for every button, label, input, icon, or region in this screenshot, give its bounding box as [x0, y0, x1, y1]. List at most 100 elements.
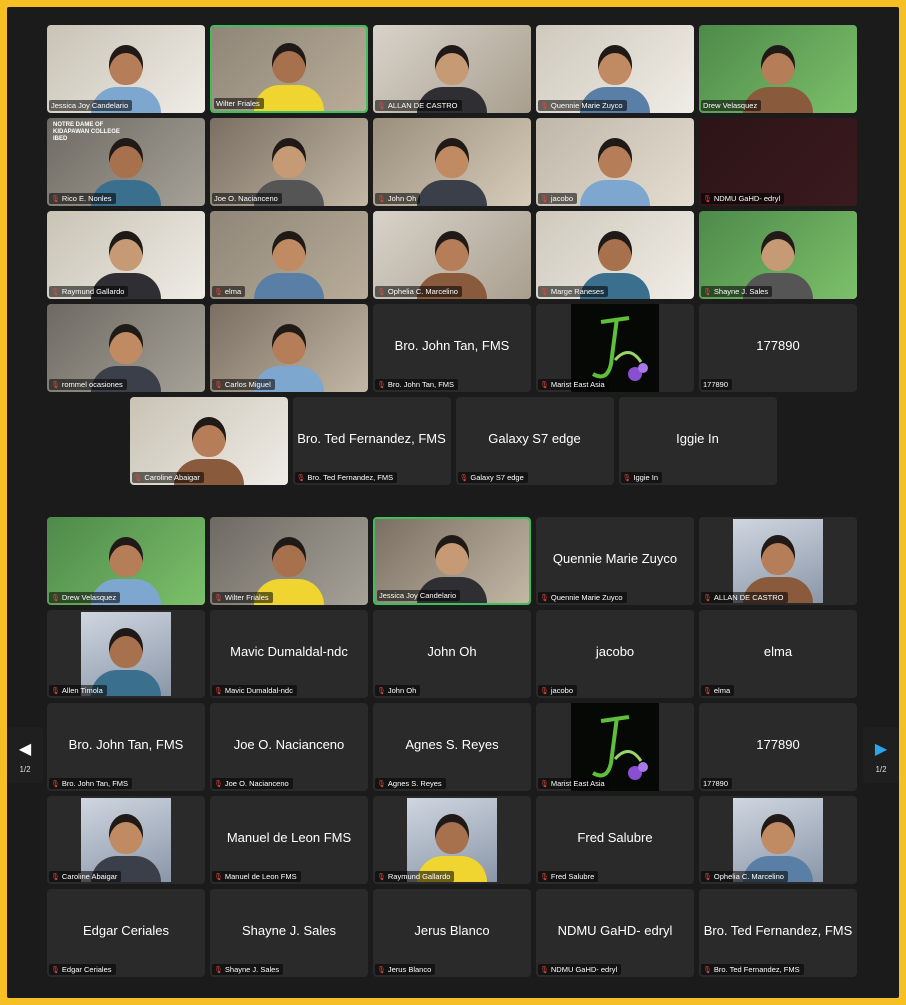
participant-name-label: Wilter Friales: [214, 98, 264, 109]
participant-tile[interactable]: 🎙 ALLAN DE CASTRO: [699, 517, 857, 605]
participant-tile[interactable]: 177890 177890: [699, 304, 857, 392]
participant-display-name: Shayne J. Sales: [242, 923, 336, 938]
participant-name: NDMU GaHD- edryl: [550, 965, 618, 974]
participant-tile[interactable]: Bro. Ted Fernandez, FMS 🎙 Bro. Ted Fernand…: [699, 889, 857, 977]
participant-tile[interactable]: Mavic Dumaldal-ndc 🎙 Mavic Dumaldal-ndc: [210, 610, 368, 698]
participant-name: John Oh: [387, 686, 417, 695]
participant-display-name: Joe O. Nacianceno: [233, 737, 345, 752]
participant-tile[interactable]: 🎙 Marist East Asia: [536, 703, 694, 791]
mic-muted-icon: 🎙: [703, 195, 712, 203]
participant-name: Quennie Marie Zuyco: [550, 593, 623, 602]
participant-video-figure: [417, 128, 487, 206]
participant-display-name: John Oh: [427, 644, 477, 659]
page-indicator-left: 1/2: [19, 765, 31, 774]
participant-tile[interactable]: 🎙 Carlos Miguel: [210, 304, 368, 392]
participant-tile[interactable]: 🎙 John Oh: [373, 118, 531, 206]
participant-tile[interactable]: 🎙 NDMU GaHD- edryl: [699, 118, 857, 206]
participant-tile[interactable]: Jessica Joy Candelario: [373, 517, 531, 605]
participant-tile[interactable]: Edgar Ceriales 🎙 Edgar Ceriales: [47, 889, 205, 977]
participant-name-label: 🎙 Shayne J. Sales: [212, 964, 284, 975]
participant-tile[interactable]: 🎙 ALLAN DE CASTRO: [373, 25, 531, 113]
participant-tile[interactable]: John Oh 🎙 John Oh: [373, 610, 531, 698]
participant-name: NDMU GaHD- edryl: [713, 194, 781, 203]
participant-tile[interactable]: 🎙 rommel ocasiones: [47, 304, 205, 392]
participant-tile[interactable]: 🎙 Ophelia C. Marcelino: [699, 796, 857, 884]
participant-tile[interactable]: 177890 177890: [699, 703, 857, 791]
participant-tile[interactable]: Wilter Friales: [210, 25, 368, 113]
participant-display-name: Mavic Dumaldal-ndc: [230, 644, 348, 659]
mic-muted-icon: 🎙: [703, 288, 712, 296]
participant-tile[interactable]: 🎙 Ophelia C. Marcelino: [373, 211, 531, 299]
participant-name: ALLAN DE CASTRO: [713, 593, 784, 602]
mic-muted-icon: 🎙: [377, 381, 386, 389]
participant-tile[interactable]: Joe O. Nacianceno 🎙 Joe O. Nacianceno: [210, 703, 368, 791]
participant-display-name: Agnes S. Reyes: [405, 737, 499, 752]
participant-name: jacobo: [550, 194, 573, 203]
mic-muted-icon: 🎙: [51, 381, 60, 389]
participant-name: Rico E. Nonles: [61, 194, 112, 203]
mic-muted-icon: 🎙: [377, 195, 386, 203]
participant-tile[interactable]: 🎙 elma: [210, 211, 368, 299]
participant-tile[interactable]: Drew Velasquez: [699, 25, 857, 113]
participant-tile[interactable]: elma 🎙 elma: [699, 610, 857, 698]
participant-display-name: Bro. Ted Fernandez, FMS: [703, 923, 853, 938]
participant-tile[interactable]: 🎙 Shayne J. Sales: [699, 211, 857, 299]
participant-tile[interactable]: Manuel de Leon FMS 🎙 Manuel de Leon FMS: [210, 796, 368, 884]
participant-name-label: Jessica Joy Candelario: [49, 100, 133, 111]
participant-name-label: 🎙 Bro. John Tan, FMS: [49, 778, 133, 789]
participant-name: Shayne J. Sales: [713, 287, 769, 296]
participant-tile[interactable]: Fred Salubre 🎙 Fred Salubre: [536, 796, 694, 884]
participant-tile[interactable]: Jerus Blanco 🎙 Jerus Blanco: [373, 889, 531, 977]
participant-tile[interactable]: Agnes S. Reyes 🎙 Agnes S. Reyes: [373, 703, 531, 791]
participant-name-label: 🎙 John Oh: [375, 193, 421, 204]
mic-muted-icon: 🎙: [540, 594, 549, 602]
participant-name: jacobo: [550, 686, 573, 695]
participant-name-label: Jessica Joy Candelario: [377, 590, 461, 601]
participant-tile[interactable]: 🎙 Caroline Abaigar: [47, 796, 205, 884]
participant-tile[interactable]: NDMU GaHD- edryl 🎙 NDMU GaHD- edryl: [536, 889, 694, 977]
participant-tile[interactable]: 🎙 Quennie Marie Zuyco: [536, 25, 694, 113]
participant-tile[interactable]: Galaxy S7 edge 🎙 Galaxy S7 edge: [455, 397, 614, 485]
participant-display-name: Bro. Ted Fernandez, FMS: [297, 431, 446, 446]
mic-muted-icon: 🎙: [214, 381, 223, 389]
participant-tile[interactable]: 🎙 Caroline Abaigar: [129, 397, 288, 485]
next-page-button[interactable]: ▶ 1/2: [863, 727, 899, 783]
participant-tile[interactable]: Quennie Marie Zuyco 🎙 Quennie Marie Zuyco: [536, 517, 694, 605]
participant-display-name: elma: [763, 644, 793, 659]
participant-tile[interactable]: Bro. Ted Fernandez, FMS 🎙 Bro. Ted Fernand…: [292, 397, 451, 485]
participant-tile[interactable]: Bro. John Tan, FMS 🎙 Bro. John Tan, FMS: [47, 703, 205, 791]
participant-name-label: 🎙 Marge Raneses: [538, 286, 608, 297]
mic-muted-icon: 🎙: [540, 780, 549, 788]
participant-name: Raymund Gallardo: [387, 872, 451, 881]
participant-name-label: 🎙 Galaxy S7 edge: [457, 472, 528, 483]
participant-tile[interactable]: 🎙 Drew Velasquez: [47, 517, 205, 605]
prev-page-button[interactable]: ◀ 1/2: [7, 727, 43, 783]
participant-tile[interactable]: Jessica Joy Candelario: [47, 25, 205, 113]
mic-muted-icon: 🎙: [377, 687, 386, 695]
mic-muted-icon: 🎙: [703, 687, 712, 695]
participant-tile[interactable]: 🎙 Raymund Gallardo: [373, 796, 531, 884]
profile-photo: [733, 519, 823, 603]
mic-muted-icon: 🎙: [51, 687, 60, 695]
participant-tile[interactable]: Joe O. Nacianceno: [210, 118, 368, 206]
participant-name: Marge Raneses: [550, 287, 604, 296]
mic-muted-icon: 🎙: [214, 594, 223, 602]
mic-muted-icon: 🎙: [133, 474, 143, 482]
participant-tile[interactable]: 🎙 Allen Timola: [47, 610, 205, 698]
participant-name: Shayne J. Sales: [224, 965, 280, 974]
participant-tile[interactable]: 🎙 Raymund Gallardo: [47, 211, 205, 299]
participant-tile[interactable]: NOTRE DAME OF KIDAPAWAN COLLEGE IBED 🎙 Ric…: [47, 118, 205, 206]
mic-muted-icon: 🎙: [377, 966, 386, 974]
participant-name: Bro. Ted Fernandez, FMS: [713, 965, 800, 974]
participant-tile[interactable]: Iggie In 🎙 Iggie In: [618, 397, 777, 485]
participant-tile[interactable]: Bro. John Tan, FMS 🎙 Bro. John Tan, FMS: [373, 304, 531, 392]
participant-tile[interactable]: 🎙 jacobo: [536, 118, 694, 206]
participant-tile[interactable]: 🎙 Marge Raneses: [536, 211, 694, 299]
participant-tile[interactable]: 🎙 Wilter Friales: [210, 517, 368, 605]
participant-name: Jerus Blanco: [387, 965, 432, 974]
participant-tile[interactable]: jacobo 🎙 jacobo: [536, 610, 694, 698]
participant-name: Iggie In: [633, 473, 658, 482]
participant-name: Agnes S. Reyes: [387, 779, 442, 788]
participant-tile[interactable]: 🎙 Marist East Asia: [536, 304, 694, 392]
participant-tile[interactable]: Shayne J. Sales 🎙 Shayne J. Sales: [210, 889, 368, 977]
